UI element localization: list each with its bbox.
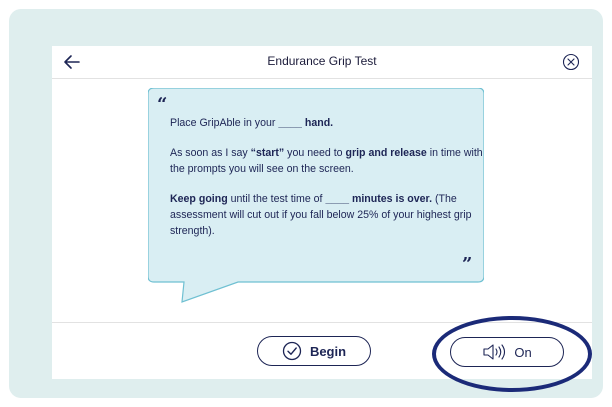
instruction-line-start: As soon as I say “start” you need to gri… bbox=[170, 145, 490, 177]
instruction-text: Place GripAble in your ____ hand. As soo… bbox=[170, 115, 490, 253]
instruction-line-hand: Place GripAble in your ____ hand. bbox=[170, 115, 490, 131]
instruction-line-keep-going: Keep going until the test time of ____ m… bbox=[170, 191, 490, 239]
begin-button[interactable]: Begin bbox=[257, 336, 371, 366]
highlight-ellipse bbox=[432, 316, 592, 392]
text-segment: until the test time of bbox=[227, 193, 326, 205]
check-circle-icon bbox=[282, 341, 302, 361]
header-bar: Endurance Grip Test bbox=[52, 46, 592, 79]
grip-release-phrase: grip and release bbox=[345, 147, 427, 159]
hand-word: hand. bbox=[301, 117, 334, 129]
minutes-blank: ____ minutes is over. bbox=[325, 193, 433, 205]
open-quote-mark: “ bbox=[157, 94, 168, 115]
hand-blank: ____ bbox=[278, 117, 302, 129]
keep-going-phrase: Keep going bbox=[170, 193, 228, 205]
close-circle-icon[interactable] bbox=[562, 53, 580, 71]
close-quote-mark: ” bbox=[462, 254, 473, 275]
page-title: Endurance Grip Test bbox=[267, 54, 377, 68]
begin-label: Begin bbox=[309, 343, 347, 359]
text-segment: you need to bbox=[284, 147, 346, 159]
start-word: “start” bbox=[250, 147, 285, 159]
text-segment: Place GripAble in your bbox=[170, 117, 279, 129]
text-segment: As soon as I say bbox=[170, 147, 251, 159]
